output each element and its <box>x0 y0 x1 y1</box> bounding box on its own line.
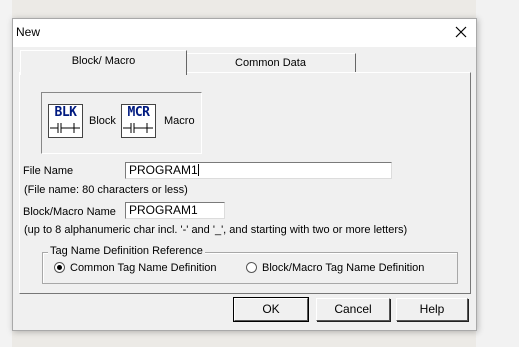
contact-symbol <box>50 123 80 133</box>
file-name-input[interactable]: PROGRAM1 <box>125 162 392 179</box>
background-left <box>0 0 12 347</box>
block-glyph-text: BLK <box>54 105 77 120</box>
file-name-label: File Name <box>23 165 74 177</box>
text-caret <box>197 164 199 176</box>
block-icon[interactable]: BLK <box>48 104 83 138</box>
tag-definition-legend: Tag Name Definition Reference <box>48 245 205 257</box>
type-selector: BLK Block MCR Macro <box>41 92 202 154</box>
title-bar: New <box>13 19 476 47</box>
window-title: New <box>16 25 41 39</box>
contact-symbol <box>123 123 153 133</box>
radio-common-tag[interactable] <box>54 262 65 273</box>
radio-block-macro-tag[interactable] <box>246 262 257 273</box>
block-macro-name-hint: (up to 8 alphanumeric char incl. '-' and… <box>24 224 408 236</box>
help-button[interactable]: Help <box>396 298 468 321</box>
file-name-hint: (File name: 80 characters or less) <box>24 184 188 196</box>
tab-common-data[interactable]: Common Data <box>186 53 356 72</box>
block-macro-name-label: Block/Macro Name <box>23 206 116 218</box>
radio-common-tag-label[interactable]: Common Tag Name Definition <box>70 262 217 274</box>
block-label[interactable]: Block <box>89 115 116 127</box>
macro-icon[interactable]: MCR <box>121 104 156 138</box>
new-dialog: New Block/ Macro Common Data BLK Block M… <box>12 18 477 331</box>
close-icon <box>455 26 467 38</box>
ok-button[interactable]: OK <box>233 297 309 322</box>
block-macro-name-input[interactable]: PROGRAM1 <box>125 202 225 219</box>
close-button[interactable] <box>446 19 476 45</box>
cancel-button[interactable]: Cancel <box>316 298 390 321</box>
file-name-value: PROGRAM1 <box>129 163 198 177</box>
block-macro-name-value: PROGRAM1 <box>129 203 198 217</box>
macro-label[interactable]: Macro <box>164 115 195 127</box>
radio-block-macro-tag-label[interactable]: Block/Macro Tag Name Definition <box>262 262 424 274</box>
macro-glyph-text: MCR <box>127 105 150 120</box>
tab-block-macro[interactable]: Block/ Macro <box>20 50 187 75</box>
background-right <box>476 0 519 347</box>
